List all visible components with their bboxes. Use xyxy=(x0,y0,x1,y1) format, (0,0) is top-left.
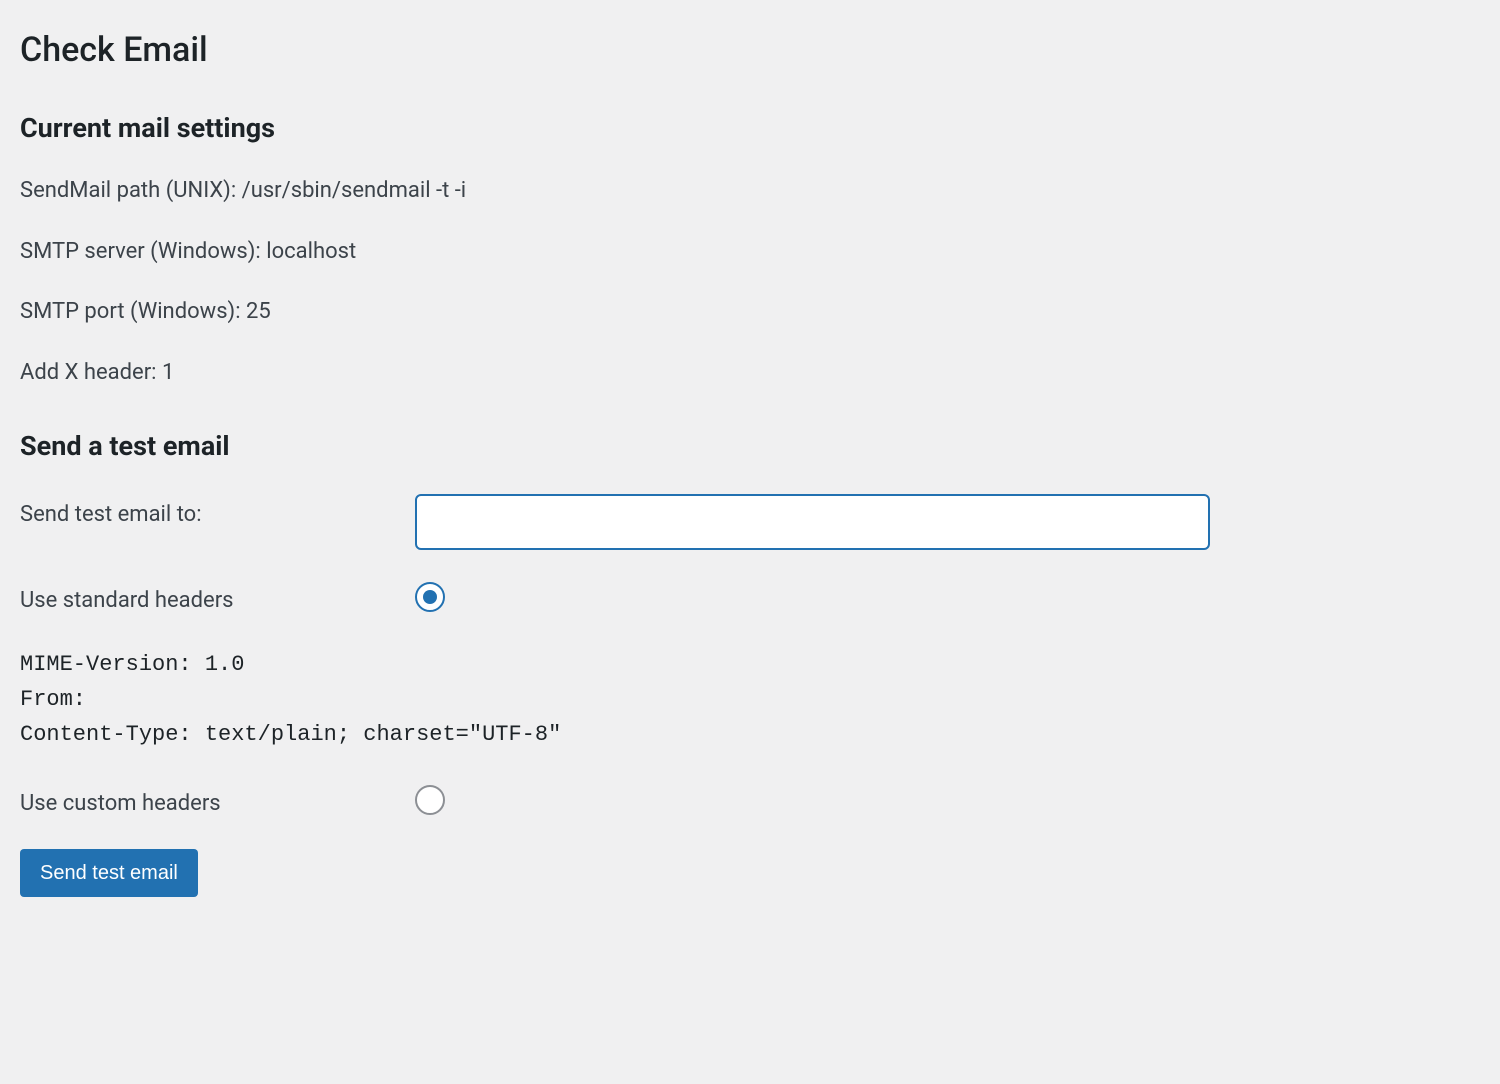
page-title: Check Email xyxy=(20,30,1240,71)
section-current-settings-heading: Current mail settings xyxy=(20,111,1240,146)
use-standard-headers-radio[interactable] xyxy=(415,582,445,612)
row-send-to: Send test email to: xyxy=(20,494,1240,550)
setting-label: SMTP server (Windows): xyxy=(20,239,261,264)
setting-smtp-port: SMTP port (Windows): 25 xyxy=(20,297,1240,328)
send-to-input-col xyxy=(415,494,1240,550)
use-custom-headers-radio[interactable] xyxy=(415,785,445,815)
setting-add-x-header: Add X header: 1 xyxy=(20,358,1240,389)
setting-value: localhost xyxy=(266,239,356,264)
use-custom-headers-input-col xyxy=(415,783,1240,819)
setting-smtp-server: SMTP server (Windows): localhost xyxy=(20,237,1240,268)
use-standard-headers-label: Use standard headers xyxy=(20,580,415,617)
setting-sendmail-path: SendMail path (UNIX): /usr/sbin/sendmail… xyxy=(20,176,1240,207)
page-wrap: Check Email Current mail settings SendMa… xyxy=(0,0,1260,937)
section-send-test-heading: Send a test email xyxy=(20,429,1240,464)
setting-label: SendMail path (UNIX): xyxy=(20,178,236,203)
setting-value: 1 xyxy=(162,360,174,385)
row-use-custom-headers: Use custom headers xyxy=(20,783,1240,820)
row-use-standard-headers: Use standard headers xyxy=(20,580,1240,617)
send-to-input[interactable] xyxy=(415,494,1210,550)
use-standard-headers-input-col xyxy=(415,580,1240,612)
send-test-email-button[interactable]: Send test email xyxy=(20,849,198,897)
send-to-label: Send test email to: xyxy=(20,494,415,531)
current-mail-settings: SendMail path (UNIX): /usr/sbin/sendmail… xyxy=(20,176,1240,389)
standard-headers-preview: MIME-Version: 1.0 From: Content-Type: te… xyxy=(20,647,1240,753)
setting-label: SMTP port (Windows): xyxy=(20,299,241,324)
setting-value: 25 xyxy=(246,299,271,324)
radio-dot-icon xyxy=(423,590,437,604)
use-custom-headers-label: Use custom headers xyxy=(20,783,415,820)
setting-value: /usr/sbin/sendmail -t -i xyxy=(242,178,467,203)
setting-label: Add X header: xyxy=(20,360,156,385)
